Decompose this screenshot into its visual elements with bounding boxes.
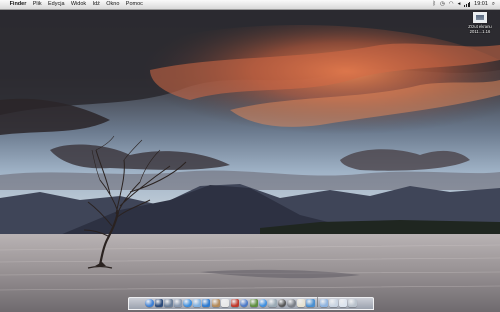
downloads-stack-icon[interactable]	[338, 298, 348, 307]
itunes-icon[interactable]	[240, 298, 249, 307]
time-machine-icon[interactable]: ◷	[440, 0, 445, 9]
ichat-icon[interactable]	[202, 298, 211, 307]
facetime-icon[interactable]	[277, 298, 287, 307]
iphoto-icon[interactable]	[249, 298, 258, 307]
dock-separator	[316, 297, 318, 307]
menu-plik[interactable]: Plik	[30, 0, 45, 9]
dashboard-icon[interactable]	[154, 298, 164, 307]
menu-okno[interactable]: Okno	[103, 0, 123, 9]
documents-stack-icon[interactable]	[329, 298, 338, 307]
spotlight-icon[interactable]: ⌕	[492, 0, 495, 9]
menu-clock[interactable]: 19:01	[474, 0, 488, 9]
finder-icon[interactable]	[145, 298, 154, 307]
menu-finder[interactable]: Finder	[6, 0, 29, 9]
desktop-wallpaper	[0, 0, 500, 312]
menu-bar: Finder Plik Edycja Widok Idź Okno Pomoc …	[0, 0, 500, 10]
trash-icon[interactable]	[348, 298, 357, 307]
screenshot-thumbnail-icon	[473, 12, 487, 23]
launchpad-icon[interactable]	[173, 298, 183, 307]
desktop-file-label: Zrzut ekranu 2011...1.16	[463, 24, 497, 34]
wifi-icon[interactable]: ◠	[449, 0, 454, 9]
mission-control-icon[interactable]	[164, 298, 173, 307]
menu-edycja[interactable]: Edycja	[45, 0, 68, 9]
textedit-icon[interactable]	[296, 298, 306, 307]
bluetooth-icon[interactable]: ᛒ	[433, 0, 436, 9]
desktop-screenshot-file[interactable]: Zrzut ekranu 2011...1.16	[463, 12, 497, 34]
preview-icon[interactable]	[268, 298, 277, 307]
menu-pomoc[interactable]: Pomoc	[123, 0, 147, 9]
address-book-icon[interactable]	[211, 298, 220, 307]
app-icon[interactable]	[306, 298, 315, 307]
menu-widok[interactable]: Widok	[68, 0, 90, 9]
applications-stack-icon[interactable]	[319, 298, 329, 307]
battery-icon[interactable]	[464, 2, 471, 7]
safari-icon[interactable]	[183, 298, 192, 307]
dock	[128, 297, 374, 310]
desktop-file-label-line2: 2011...1.16	[469, 29, 491, 34]
mail-icon[interactable]	[192, 298, 201, 307]
app-store-icon[interactable]	[258, 298, 268, 307]
menu-idz[interactable]: Idź	[89, 0, 103, 9]
volume-icon[interactable]: ◂	[458, 0, 461, 9]
photo-booth-icon[interactable]	[230, 298, 239, 307]
calendar-icon[interactable]	[221, 298, 230, 307]
system-preferences-icon[interactable]	[287, 298, 296, 307]
status-area: ᛒ ◷ ◠ ◂ 19:01 ⌕	[431, 0, 500, 9]
